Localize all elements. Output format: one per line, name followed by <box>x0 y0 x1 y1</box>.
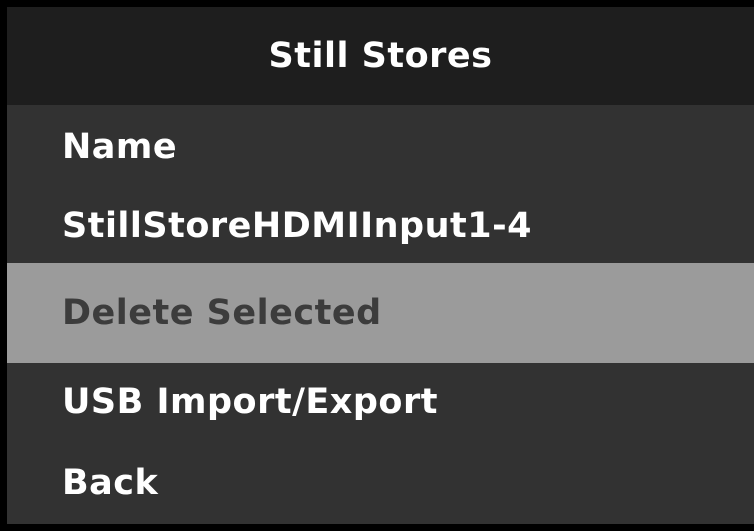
menu-item-label: Back <box>62 462 159 503</box>
still-stores-screen: Still Stores Name StillStoreHDMIInput1-4… <box>7 7 754 524</box>
menu-item-label: StillStoreHDMIInput1-4 <box>62 206 532 246</box>
menu-item-name[interactable]: Name <box>7 105 754 189</box>
menu-item-still-store-hdmi-input[interactable]: StillStoreHDMIInput1-4 <box>7 189 754 263</box>
menu-item-label: USB Import/Export <box>62 382 438 422</box>
page-title: Still Stores <box>268 36 493 76</box>
menu-item-back[interactable]: Back <box>7 441 754 524</box>
menu-item-label: Delete Selected <box>62 293 382 333</box>
menu-item-delete-selected[interactable]: Delete Selected <box>7 263 754 363</box>
title-bar: Still Stores <box>7 7 754 105</box>
menu-item-usb-import-export[interactable]: USB Import/Export <box>7 363 754 441</box>
menu-item-label: Name <box>62 127 178 167</box>
